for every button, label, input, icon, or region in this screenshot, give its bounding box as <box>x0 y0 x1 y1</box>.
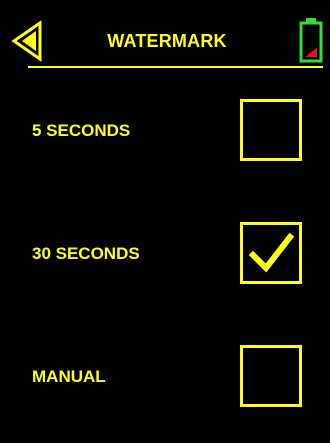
back-button[interactable] <box>10 17 44 65</box>
battery-icon <box>299 18 323 63</box>
option-5-seconds[interactable]: 5 SECONDS <box>0 99 330 163</box>
option-label: 5 SECONDS <box>32 121 131 140</box>
checkbox-5-seconds[interactable] <box>240 99 302 161</box>
option-label: MANUAL <box>32 367 106 386</box>
checkbox-manual[interactable] <box>240 345 302 407</box>
option-30-seconds[interactable]: 30 SECONDS <box>0 222 330 286</box>
checkbox-30-seconds[interactable] <box>240 222 302 284</box>
page-title: WATERMARK <box>107 31 227 51</box>
option-label: 30 SECONDS <box>32 244 140 263</box>
watermark-screen: WATERMARK 5 SECONDS 30 SECONDS MANUAL <box>0 0 330 443</box>
header-divider <box>28 66 323 68</box>
back-arrow-icon <box>11 20 42 62</box>
option-manual[interactable]: MANUAL <box>0 345 330 409</box>
checkmark-icon <box>248 232 295 273</box>
battery-indicator <box>298 17 324 63</box>
